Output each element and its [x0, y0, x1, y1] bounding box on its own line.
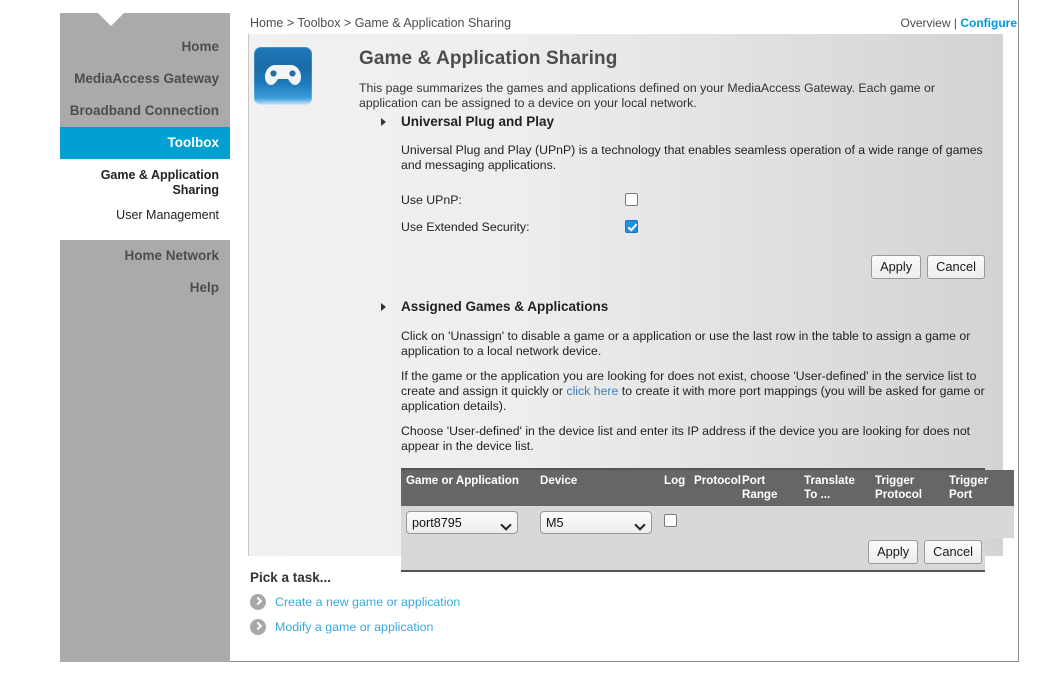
chevron-right-circle-icon — [250, 594, 266, 610]
sidebar-submenu: Game & Application Sharing User Manageme… — [60, 159, 230, 240]
configure-link[interactable]: Configure — [960, 16, 1017, 30]
column-port-range: Port Range — [737, 470, 799, 506]
section-assigned-title: Assigned Games & Applications — [401, 299, 609, 314]
assigned-button-row: Apply Cancel — [401, 538, 985, 570]
use-upnp-label: Use UPnP: — [401, 192, 462, 207]
sidebar-subitem-user-management[interactable]: User Management — [66, 205, 219, 230]
field-use-upnp: Use UPnP: — [401, 186, 985, 213]
chevron-right-icon[interactable] — [381, 303, 386, 311]
log-checkbox[interactable] — [664, 513, 677, 527]
column-trigger-port: Trigger Port — [944, 470, 1014, 506]
table-header-row: Game or Application Device Log Protocol … — [401, 470, 1014, 506]
overview-link[interactable]: Overview — [901, 16, 951, 30]
use-extended-security-label: Use Extended Security: — [401, 219, 530, 234]
section-assigned-body: Click on 'Unassign' to disable a game or… — [249, 314, 1003, 454]
section-upnp-body: Universal Plug and Play (UPnP) is a tech… — [249, 129, 1003, 240]
column-translate-to: Translate To ... — [799, 470, 870, 506]
sidebar-subitem-game-application-sharing[interactable]: Game & Application Sharing — [66, 165, 219, 205]
page-header: Game & Application Sharing This page sum… — [249, 34, 1003, 114]
column-protocol: Protocol — [689, 470, 741, 506]
sidebar-item-help[interactable]: Help — [60, 272, 230, 304]
assigned-paragraph-3: Choose 'User-defined' in the device list… — [401, 424, 971, 453]
cell-protocol — [689, 506, 737, 538]
device-select[interactable]: M5 — [540, 511, 652, 534]
cell-device: M5 — [535, 506, 659, 538]
view-separator: | — [950, 16, 961, 30]
game-or-application-select[interactable]: port8795 — [406, 511, 518, 534]
cell-trigger-port — [944, 506, 1014, 538]
section-assigned-games: Assigned Games & Applications Click on '… — [249, 299, 1014, 572]
breadcrumb: Home > Toolbox > Game & Application Shar… — [250, 16, 512, 30]
game-select-wrapper: port8795 — [406, 511, 518, 534]
field-extended-security: Use Extended Security: — [401, 213, 985, 240]
content-panel: Game & Application Sharing This page sum… — [248, 34, 1014, 572]
column-log: Log — [659, 470, 689, 506]
column-game-or-application: Game or Application — [401, 470, 535, 506]
cell-translate-to — [799, 506, 870, 538]
pick-a-task: Pick a task... Create a new game or appl… — [250, 570, 750, 644]
task-create-new-game-label: Create a new game or application — [275, 595, 461, 609]
right-divider — [1018, 0, 1019, 662]
assigned-paragraph-2: If the game or the application you are l… — [401, 369, 985, 414]
assigned-paragraph-1: Click on 'Unassign' to disable a game or… — [401, 329, 971, 358]
cell-game-or-application: port8795 — [401, 506, 535, 538]
sidebar-item-home-network[interactable]: Home Network — [60, 240, 230, 272]
section-upnp-header: Universal Plug and Play — [249, 114, 1003, 129]
sidebar-item-toolbox[interactable]: Toolbox — [60, 127, 230, 159]
sidebar-item-home[interactable]: Home — [60, 31, 230, 63]
gamepad-icon — [254, 47, 312, 105]
use-upnp-checkbox[interactable] — [625, 193, 638, 206]
page-description: This page summarizes the games and appli… — [359, 81, 935, 110]
chevron-right-circle-icon — [250, 619, 266, 635]
chevron-right-icon[interactable] — [381, 118, 386, 126]
view-switcher: Overview | Configure — [901, 16, 1017, 30]
task-modify-game[interactable]: Modify a game or application — [250, 619, 750, 635]
use-extended-security-checkbox[interactable] — [625, 220, 638, 233]
upnp-apply-button[interactable]: Apply — [871, 255, 922, 279]
task-create-new-game[interactable]: Create a new game or application — [250, 594, 750, 610]
sidebar-item-broadband-connection[interactable]: Broadband Connection — [60, 95, 230, 127]
sidebar-notch-icon — [98, 13, 124, 26]
assigned-games-table-wrapper: Game or Application Device Log Protocol … — [401, 468, 1014, 572]
table-row: port8795 M5 — [401, 506, 1014, 538]
upnp-button-row: Apply Cancel — [249, 255, 1003, 279]
assigned-cancel-button[interactable]: Cancel — [924, 540, 982, 564]
cell-log — [659, 506, 689, 538]
sidebar: Home MediaAccess Gateway Broadband Conne… — [60, 13, 230, 662]
upnp-cancel-button[interactable]: Cancel — [927, 255, 985, 279]
section-upnp-title: Universal Plug and Play — [401, 114, 555, 129]
assigned-games-table: Game or Application Device Log Protocol … — [401, 470, 1014, 538]
column-trigger-protocol: Trigger Protocol — [870, 470, 944, 506]
assigned-apply-button[interactable]: Apply — [868, 540, 919, 564]
cell-port-range — [737, 506, 799, 538]
section-upnp: Universal Plug and Play Universal Plug a… — [249, 114, 1003, 279]
upnp-paragraph: Universal Plug and Play (UPnP) is a tech… — [401, 143, 983, 172]
sidebar-item-mediaaccess-gateway[interactable]: MediaAccess Gateway — [60, 63, 230, 95]
column-device: Device — [535, 470, 659, 506]
page-root: Home > Toolbox > Game & Application Shar… — [0, 0, 1061, 689]
task-modify-game-label: Modify a game or application — [275, 620, 434, 634]
pick-a-task-title: Pick a task... — [250, 570, 332, 585]
device-select-wrapper: M5 — [540, 511, 652, 534]
click-here-link[interactable]: click here — [566, 384, 618, 398]
section-assigned-header: Assigned Games & Applications — [249, 299, 1003, 314]
cell-trigger-protocol — [870, 506, 944, 538]
page-title: Game & Application Sharing — [359, 48, 618, 69]
